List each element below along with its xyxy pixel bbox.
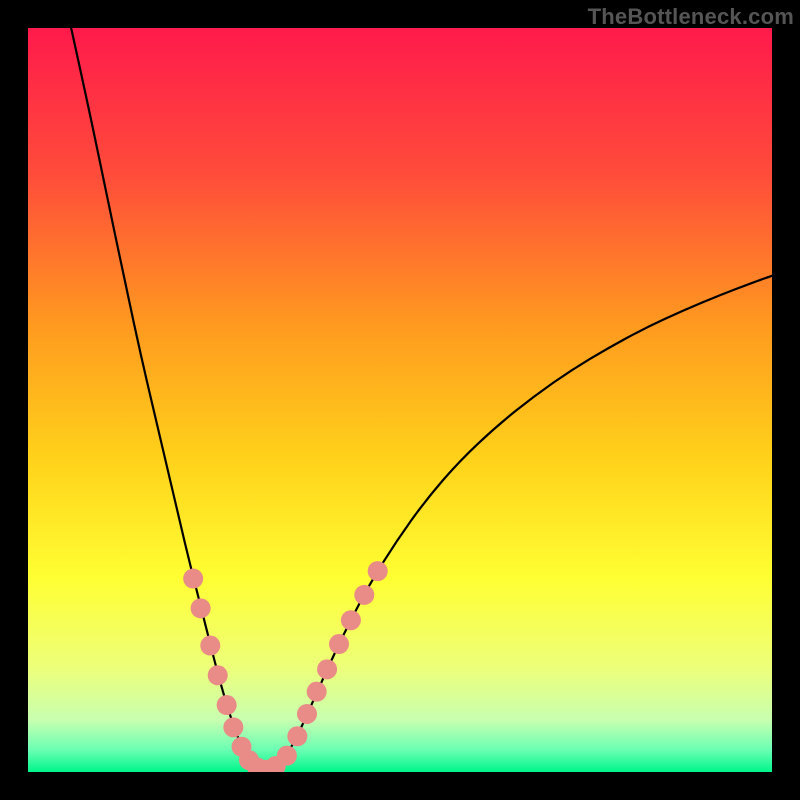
marker-dot bbox=[200, 636, 220, 656]
marker-dot bbox=[287, 726, 307, 746]
marker-dot bbox=[307, 682, 327, 702]
gradient-background bbox=[28, 28, 772, 772]
marker-dot bbox=[277, 746, 297, 766]
marker-dot bbox=[317, 659, 337, 679]
marker-dot bbox=[217, 695, 237, 715]
marker-dot bbox=[191, 598, 211, 618]
plot-area bbox=[28, 28, 772, 772]
marker-dot bbox=[368, 561, 388, 581]
watermark-text: TheBottleneck.com bbox=[588, 4, 794, 30]
marker-dot bbox=[341, 610, 361, 630]
stage: TheBottleneck.com bbox=[0, 0, 800, 800]
marker-dot bbox=[183, 569, 203, 589]
marker-dot bbox=[208, 665, 228, 685]
chart-svg bbox=[28, 28, 772, 772]
marker-dot bbox=[297, 704, 317, 724]
marker-dot bbox=[329, 634, 349, 654]
marker-dot bbox=[223, 717, 243, 737]
marker-dot bbox=[354, 585, 374, 605]
